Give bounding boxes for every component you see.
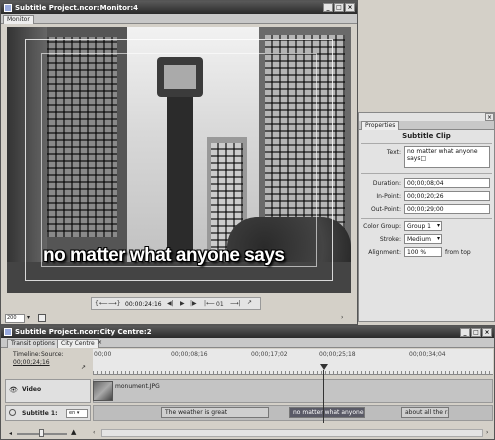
monitor-scroll-right-icon[interactable]: › [341, 314, 343, 321]
zoom-in-icon[interactable]: ▲ [71, 428, 76, 436]
color-group-label: Color Group: [363, 223, 401, 230]
alignment-label: Alignment: [368, 249, 401, 256]
ruler-tick-label: 00;00;25;18 [319, 351, 356, 358]
zoom-value: 200 [7, 315, 17, 321]
source-label: Source: [41, 351, 64, 358]
chevron-down-icon: ▾ [436, 222, 440, 229]
subtitle-track-icon [9, 409, 16, 416]
eye-icon[interactable]: 👁 [9, 386, 18, 394]
ruler-tick-label: 00;00;08;16 [171, 351, 208, 358]
timeline-scrollbar[interactable] [101, 429, 483, 437]
step-back-icon[interactable]: ◀| [167, 300, 174, 307]
subtitle-track-header: Subtitle 1: en ▾ [5, 405, 91, 421]
safe-area-toggle-icon[interactable] [38, 314, 46, 322]
timeline-label: Timeline: [13, 351, 41, 358]
timeline-scroll-left-icon[interactable]: ‹ [93, 429, 95, 436]
stroke-label: Stroke: [379, 236, 401, 243]
tab-transit-options[interactable]: Transit options [7, 339, 59, 348]
mark-in-icon[interactable]: {⟵ [95, 300, 107, 307]
divider [361, 143, 492, 144]
tab-monitor[interactable]: Monitor [3, 15, 34, 24]
minimize-button[interactable]: _ [460, 328, 470, 337]
alignment-field[interactable]: 100 % [404, 247, 442, 257]
timeline-tabstrip: Transit options City Centre × [1, 338, 494, 348]
divider [361, 173, 492, 174]
monitor-titlebar[interactable]: Subtitle Project.ncor:Monitor:4 _ □ × [1, 1, 357, 14]
color-group-select[interactable]: Group 1 ▾ [404, 221, 442, 231]
out-point-field[interactable]: 00;00;29;00 [404, 204, 490, 214]
playhead-marker[interactable] [320, 364, 328, 370]
timeline-scroll-right-icon[interactable]: › [486, 429, 488, 436]
safe-title-guide [41, 53, 317, 267]
monitor-preview[interactable]: no matter what anyone says [7, 27, 351, 293]
mark-out-icon[interactable]: ⟶} [108, 300, 120, 307]
video-track-header: 👁 Video [5, 379, 91, 403]
maximize-button[interactable]: □ [334, 3, 344, 12]
ruler-tick-label: 00;00;17;02 [251, 351, 288, 358]
subtitle-overlay: no matter what anyone says [43, 245, 285, 266]
text-label: Text: [386, 149, 401, 156]
ruler-tick-label: 00;00;34;04 [409, 351, 446, 358]
text-field[interactable]: no matter what anyone says□ [404, 146, 490, 168]
subtitle-track-label: Subtitle 1: [22, 410, 58, 417]
tab-properties[interactable]: Properties [361, 121, 400, 130]
step-forward-icon[interactable]: |▶ [190, 300, 197, 307]
video-clip[interactable] [93, 381, 113, 401]
close-button[interactable]: × [482, 328, 492, 337]
properties-heading: Subtitle Clip [402, 132, 451, 140]
chevron-down-icon: ▾ [436, 235, 440, 242]
in-point-field[interactable]: 00;00;20;26 [404, 191, 490, 201]
subtitle-clip[interactable]: about all the rain... [401, 407, 449, 418]
out-point-label: Out-Point: [371, 206, 401, 213]
in-point-label: In-Point: [376, 193, 401, 200]
zoom-out-icon[interactable]: ◂ [9, 430, 12, 437]
export-frame-icon[interactable]: ↗ [247, 299, 252, 306]
app-icon [4, 3, 12, 12]
app-icon [4, 328, 12, 336]
timeline-title: Subtitle Project.ncor:City Centre:2 [15, 328, 152, 336]
subtitle-clip-selected[interactable]: no matter what anyone says [289, 407, 365, 418]
divider [361, 218, 492, 219]
minimize-button[interactable]: _ [323, 3, 333, 12]
timecode-display[interactable]: 00:00:24:16 [125, 301, 162, 308]
subtitle-clip[interactable]: The weather is great [161, 407, 269, 418]
maximize-button[interactable]: □ [471, 328, 481, 337]
duration-label: Duration: [372, 180, 401, 187]
video-clip-label: monument.JPG [115, 383, 160, 390]
go-to-in-icon[interactable]: |⟵ [204, 300, 215, 307]
close-button[interactable]: × [345, 3, 355, 12]
playback-controls: {⟵ ⟶} 00:00:24:16 ◀| ▶ |▶ |⟵ 01 ⟶| ↗ [91, 297, 261, 310]
monitor-tabstrip: Monitor [1, 14, 357, 24]
timeline-window: Subtitle Project.ncor:City Centre:2 _ □ … [0, 325, 495, 440]
language-value: en [69, 410, 76, 416]
duration-field[interactable]: 00;00;08;04 [404, 178, 490, 188]
zoom-dropdown-icon[interactable]: ▾ [27, 314, 36, 323]
playhead-line [323, 370, 324, 423]
frame-counter[interactable]: 01 [216, 301, 224, 308]
timeline-titlebar[interactable]: Subtitle Project.ncor:City Centre:2 _ □ … [1, 326, 494, 338]
video-track-label: Video [22, 386, 42, 393]
properties-close-button[interactable]: × [485, 113, 494, 121]
alignment-suffix: from top [445, 249, 471, 256]
stroke-value: Medium [407, 236, 431, 243]
ruler-tick-label: 00;00 [94, 351, 112, 358]
zoom-slider-thumb[interactable] [39, 429, 44, 437]
tab-close-icon[interactable]: × [97, 339, 102, 346]
properties-tabstrip: Properties [359, 121, 494, 130]
language-select[interactable]: en ▾ [66, 409, 88, 418]
tab-city-centre[interactable]: City Centre [57, 339, 99, 348]
zoom-select[interactable]: 200 [5, 314, 25, 323]
timeline-timecode[interactable]: 00;00;24;16 [13, 359, 50, 366]
snap-icon[interactable]: ↗ [81, 364, 86, 371]
go-to-out-icon[interactable]: ⟶| [230, 300, 241, 307]
properties-panel: × Properties Subtitle Clip Text: no matt… [358, 112, 495, 322]
time-ruler[interactable]: 00;00 00;00;08;16 00;00;17;02 00;00;25;1… [93, 349, 493, 375]
monitor-window: Subtitle Project.ncor:Monitor:4 _ □ × Mo… [0, 0, 358, 325]
play-icon[interactable]: ▶ [180, 300, 185, 307]
monitor-title: Subtitle Project.ncor:Monitor:4 [15, 3, 139, 12]
color-group-value: Group 1 [407, 223, 431, 230]
stroke-select[interactable]: Medium ▾ [404, 234, 442, 244]
